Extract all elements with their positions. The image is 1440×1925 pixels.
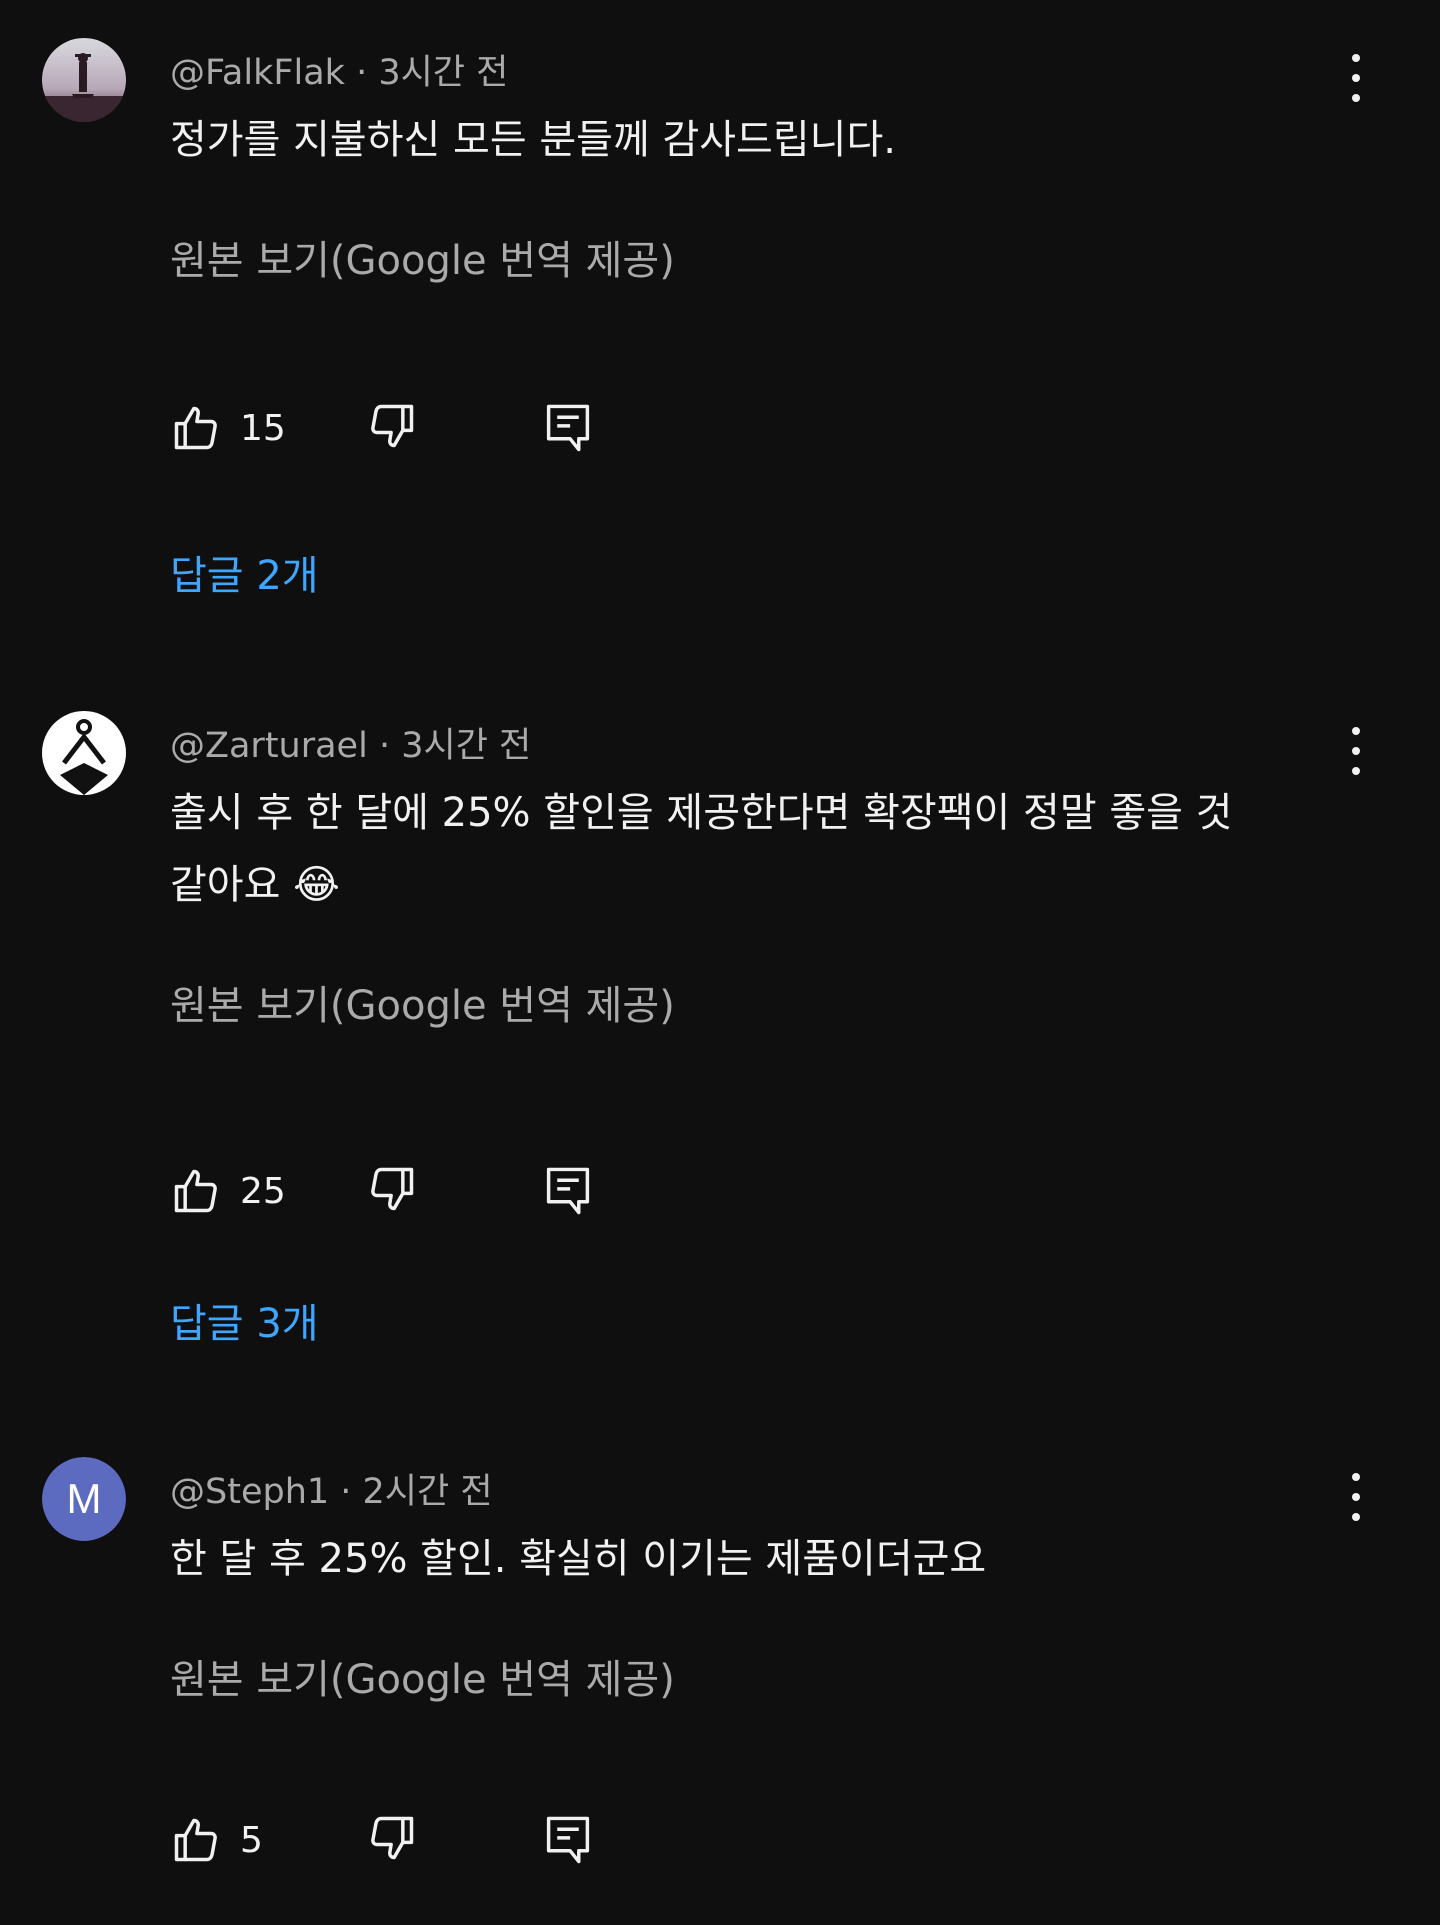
view-original-link[interactable]: 원본 보기(Google 번역 제공) xyxy=(170,1647,675,1705)
view-original-link[interactable]: 원본 보기(Google 번역 제공) xyxy=(170,228,675,286)
comment-author[interactable]: @FalkFlak xyxy=(170,53,345,93)
like-button[interactable]: 5 xyxy=(170,1812,263,1868)
thumbs-up-icon xyxy=(174,1169,217,1213)
thumbs-up-icon xyxy=(174,1818,217,1862)
figure-logo-avatar-icon xyxy=(42,711,126,795)
more-options-icon[interactable] xyxy=(1336,1473,1376,1521)
person-silhouette-avatar-icon xyxy=(42,38,126,122)
thumbs-down-icon xyxy=(371,1167,414,1211)
comment-actions: 15 xyxy=(170,400,630,456)
like-count: 15 xyxy=(240,407,286,449)
comment-reply-icon xyxy=(546,1816,590,1864)
view-replies-link[interactable]: 답글 2개 xyxy=(170,543,319,601)
comment-actions: 5 xyxy=(170,1812,630,1868)
comment-meta: @Steph1 · 2시간 전 xyxy=(170,1463,493,1514)
comment-text: 한 달 후 25% 할인. 확실히 이기는 제품이더군요 xyxy=(170,1536,987,1582)
more-options-icon[interactable] xyxy=(1336,727,1376,775)
thumbs-up-icon xyxy=(174,406,217,450)
thumbs-down-icon xyxy=(371,1816,414,1860)
comment-time: · 3시간 전 xyxy=(356,53,509,93)
like-count: 5 xyxy=(240,1819,263,1861)
reply-button[interactable] xyxy=(542,1812,594,1868)
more-options-icon[interactable] xyxy=(1336,54,1376,102)
like-button[interactable]: 15 xyxy=(170,400,286,456)
comment-actions: 25 xyxy=(170,1163,630,1219)
comment-time: · 2시간 전 xyxy=(340,1472,493,1512)
reply-button[interactable] xyxy=(542,400,594,456)
comment-reply-icon xyxy=(546,1167,590,1215)
dislike-button[interactable] xyxy=(366,1812,418,1864)
comment-reply-icon xyxy=(546,404,590,452)
view-original-link[interactable]: 원본 보기(Google 번역 제공) xyxy=(170,973,675,1031)
thumbs-down-icon xyxy=(371,404,414,448)
like-button[interactable]: 25 xyxy=(170,1163,286,1219)
avatar[interactable]: M xyxy=(42,1457,126,1541)
comment-meta: @Zarturael · 3시간 전 xyxy=(170,717,531,768)
avatar-letter: M xyxy=(66,1475,102,1522)
comment-text: 정가를 지불하신 모든 분들께 감사드립니다. xyxy=(170,117,896,163)
dislike-button[interactable] xyxy=(366,400,418,452)
comment-time: · 3시간 전 xyxy=(378,726,532,766)
comment-meta: @FalkFlak · 3시간 전 xyxy=(170,44,508,95)
comment-author[interactable]: @Steph1 xyxy=(170,1472,329,1512)
avatar[interactable] xyxy=(42,711,126,795)
comment-author[interactable]: @Zarturael xyxy=(170,726,368,766)
like-count: 25 xyxy=(240,1170,286,1212)
comment-text: 출시 후 한 달에 25% 할인을 제공한다면 확장팩이 정말 좋을 것 같아요… xyxy=(170,790,1233,908)
avatar[interactable] xyxy=(42,38,126,122)
dislike-button[interactable] xyxy=(366,1163,418,1215)
reply-button[interactable] xyxy=(542,1163,594,1219)
view-replies-link[interactable]: 답글 3개 xyxy=(170,1291,319,1349)
